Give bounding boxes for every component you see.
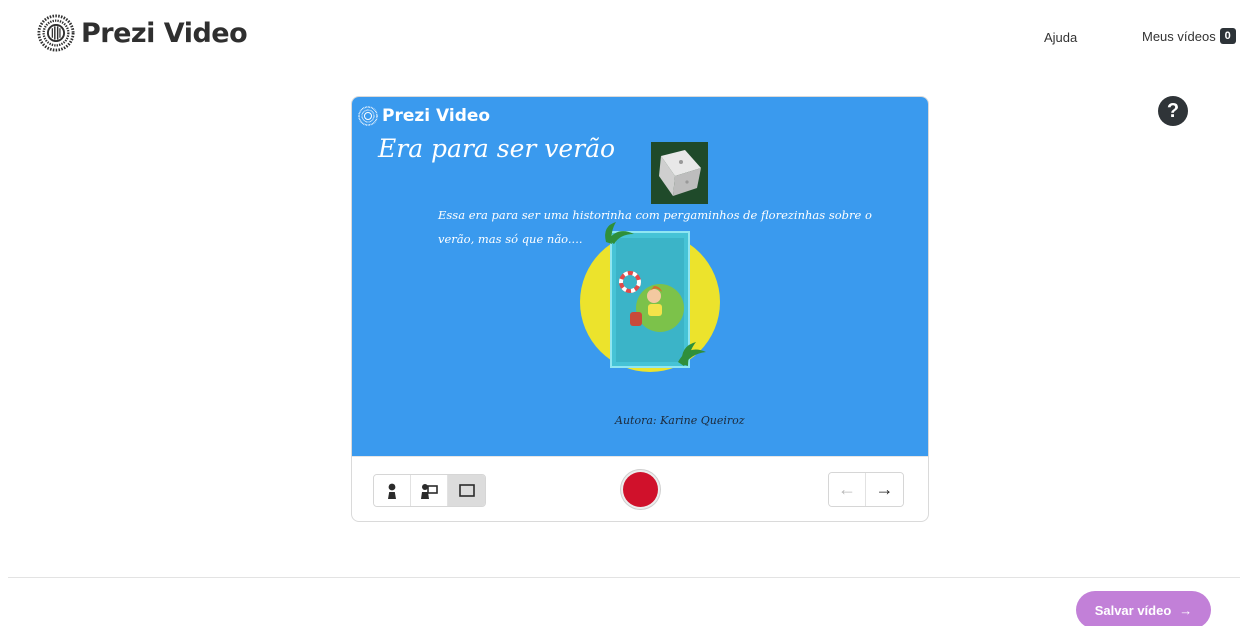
my-videos-label: Meus vídeos: [1142, 28, 1216, 44]
top-bar: Prezi Video Ajuda Meus vídeos 0: [0, 0, 1240, 80]
slide-title: Era para ser verão: [378, 134, 616, 163]
layout-mode-toggle: [373, 474, 486, 507]
prezi-logo-icon: [37, 14, 75, 52]
previous-slide-button[interactable]: ←: [829, 473, 866, 506]
person-icon: [388, 483, 396, 499]
pool-illustration: [580, 222, 720, 372]
record-button[interactable]: [623, 472, 658, 507]
help-question-button[interactable]: ?: [1158, 96, 1188, 126]
mode-person-screen-button[interactable]: [411, 475, 448, 506]
save-video-button[interactable]: Salvar vídeo →: [1076, 591, 1211, 626]
save-video-label: Salvar vídeo: [1094, 602, 1172, 618]
cube-image: [651, 142, 708, 204]
person-with-screen-icon: [421, 483, 438, 499]
mode-screen-only-button[interactable]: [448, 475, 485, 506]
footer-divider: [8, 577, 1240, 578]
slide-navigation: ← →: [828, 472, 904, 507]
arrow-right-icon: →: [1179, 602, 1193, 618]
next-slide-button[interactable]: →: [866, 473, 903, 506]
help-link[interactable]: Ajuda: [1044, 30, 1077, 45]
prezi-watermark-icon: [358, 106, 378, 126]
prezi-video-logo[interactable]: Prezi Video: [37, 14, 248, 52]
video-recorder-card: Prezi Video Era para ser verão Essa era …: [351, 96, 929, 522]
slide-author: Autora: Karine Queiroz: [615, 414, 745, 427]
my-videos-link[interactable]: Meus vídeos 0: [1142, 28, 1236, 44]
recorder-controls: ← →: [352, 456, 928, 521]
mode-person-button[interactable]: [374, 475, 411, 506]
my-videos-count-badge: 0: [1219, 28, 1236, 44]
presentation-slide: Prezi Video Era para ser verão Essa era …: [352, 97, 928, 456]
slide-brand-text: Prezi Video: [382, 106, 491, 126]
logo-text: Prezi Video: [81, 17, 248, 49]
screen-only-icon: [458, 484, 475, 497]
slide-brand-watermark: Prezi Video: [358, 106, 490, 126]
